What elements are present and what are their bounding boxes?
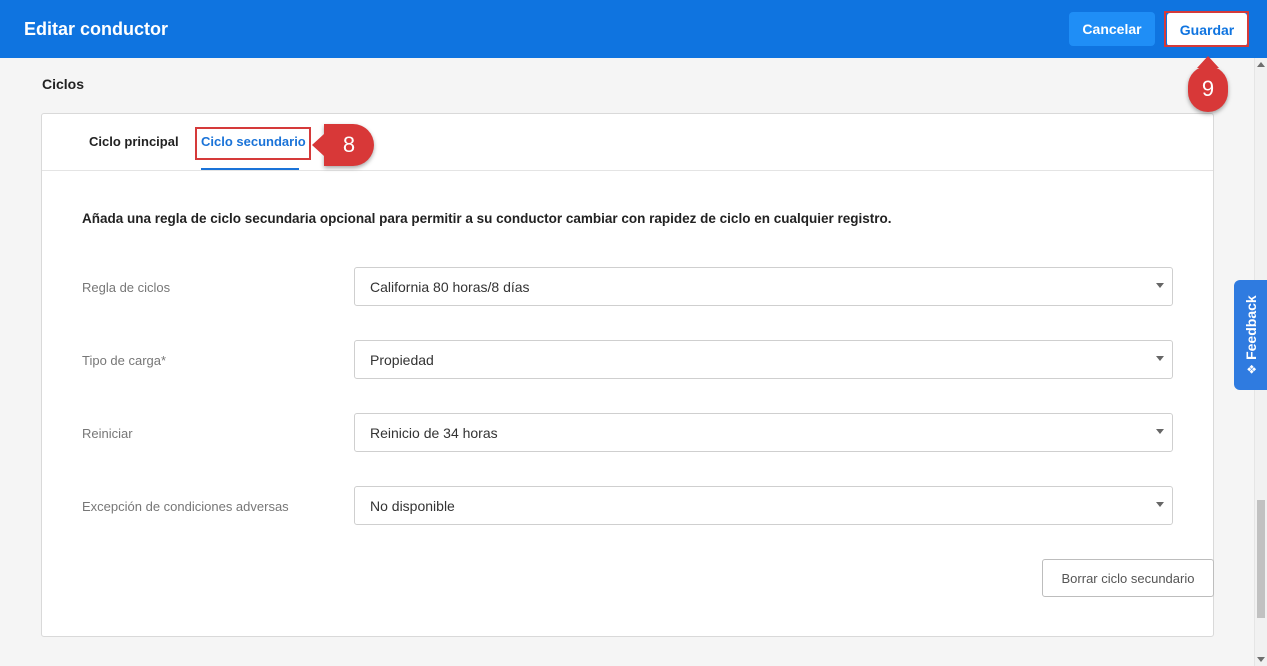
tab-secondary-cycle[interactable]: Ciclo secundario (201, 134, 306, 149)
feedback-label-wrap: ❖ Feedback (1243, 295, 1259, 374)
chevron-down-icon (1156, 283, 1164, 288)
cycle-rule-select[interactable]: California 80 horas/8 días (354, 267, 1173, 306)
cycle-rule-label: Regla de ciclos (82, 280, 171, 295)
chevron-down-icon (1156, 356, 1164, 361)
save-button[interactable]: Guardar (1167, 13, 1247, 46)
adverse-conditions-label: Excepción de condiciones adversas (82, 499, 289, 514)
chevron-down-icon (1156, 502, 1164, 507)
page-title: Editar conductor (24, 19, 169, 39)
step-9-callout: 9 (1188, 56, 1228, 112)
cargo-type-value: Propiedad (370, 352, 434, 368)
tabs-divider (42, 170, 1213, 171)
feedback-label: Feedback (1242, 295, 1259, 360)
chevron-down-icon (1156, 429, 1164, 434)
cargo-type-label: Tipo de carga* (82, 353, 167, 368)
feedback-icon: ❖ (1244, 363, 1259, 375)
top-bar: Editar conductor Cancelar Guardar (0, 0, 1267, 58)
active-tab-indicator (201, 168, 299, 170)
adverse-conditions-select[interactable]: No disponible (354, 486, 1173, 525)
restart-label: Reiniciar (82, 426, 133, 441)
cargo-type-select[interactable]: Propiedad (354, 340, 1173, 379)
cycle-rule-value: California 80 horas/8 días (370, 279, 530, 295)
intro-text: Añada una regla de ciclo secundaria opci… (82, 211, 892, 226)
scroll-thumb[interactable] (1257, 500, 1265, 618)
restart-value: Reinicio de 34 horas (370, 425, 498, 441)
cancel-button[interactable]: Cancelar (1069, 12, 1155, 46)
scroll-up-icon[interactable] (1257, 62, 1265, 67)
restart-select[interactable]: Reinicio de 34 horas (354, 413, 1173, 452)
scroll-down-icon[interactable] (1257, 657, 1265, 662)
tab-primary-cycle[interactable]: Ciclo principal (89, 134, 179, 149)
section-title: Ciclos (42, 76, 85, 92)
feedback-tab[interactable]: ❖ Feedback (1234, 280, 1267, 390)
clear-secondary-cycle-button[interactable]: Borrar ciclo secundario (1042, 559, 1214, 597)
step-8-callout: 8 (312, 124, 374, 166)
adverse-conditions-value: No disponible (370, 498, 455, 514)
